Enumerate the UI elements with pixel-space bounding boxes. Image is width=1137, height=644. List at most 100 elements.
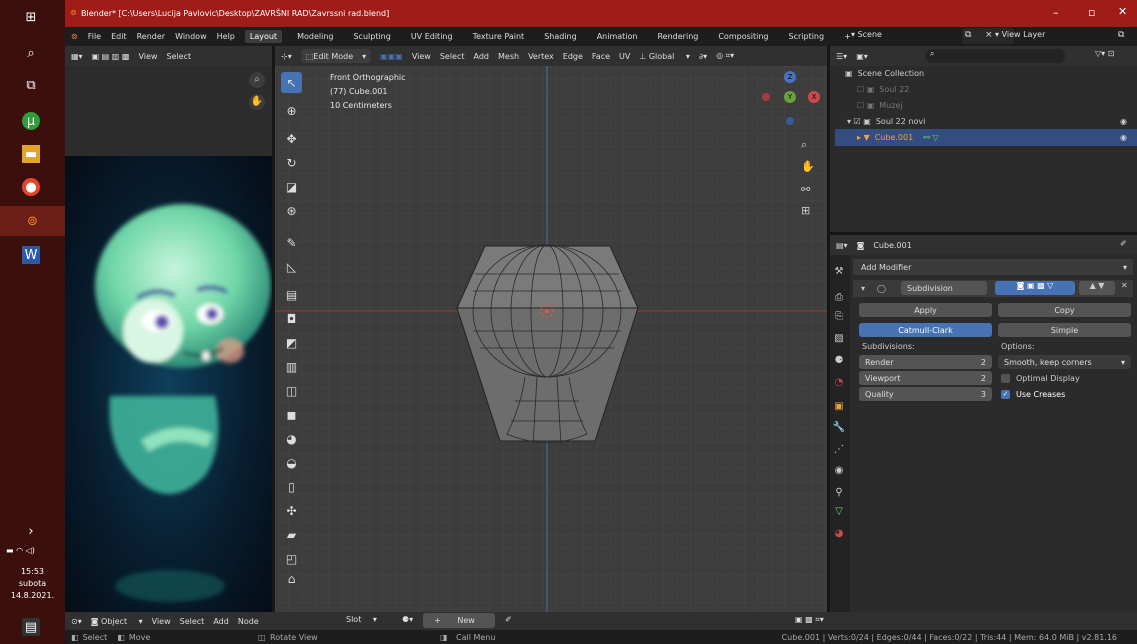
mode-selector[interactable]: ⬚ Edit Mode ▾	[300, 49, 372, 63]
modifier-display-toggles[interactable]: ◙ ▣ ▩ ▽	[995, 281, 1075, 295]
tab-shading[interactable]: Shading	[539, 30, 582, 43]
rotate-tool-icon[interactable]: ↻	[281, 152, 302, 173]
zoom-icon[interactable]: ⌕	[249, 72, 265, 88]
uv-smooth-dropdown[interactable]: Smooth, keep corners ▾	[998, 355, 1131, 369]
edge-slide-tool-icon[interactable]: ▯	[281, 476, 302, 497]
filter-icon[interactable]: ▽▾ ⊡	[1095, 49, 1114, 58]
new-material-button[interactable]: + New	[423, 613, 495, 628]
viewport-levels-field[interactable]: Viewport 2	[859, 371, 992, 385]
utorrent-icon[interactable]: µ	[22, 112, 40, 130]
tab-layout[interactable]: Layout	[244, 30, 283, 43]
checkbox-icon[interactable]: ☐ ▣	[857, 85, 874, 94]
menu-uv[interactable]: UV	[619, 52, 630, 61]
3d-viewport[interactable]: ⊹▾ ⬚ Edit Mode ▾ ▣▣▣ View Select Add Mes…	[275, 46, 827, 612]
editor-type-icon[interactable]: ▤▾	[836, 241, 848, 250]
cursor-tool-icon[interactable]: ⊕	[281, 100, 302, 121]
tool-tab-icon[interactable]: ⚒	[831, 263, 847, 279]
menu-window[interactable]: Window	[175, 32, 207, 41]
pan-hand-icon[interactable]: ✋	[249, 94, 265, 110]
output-tab-icon[interactable]: ⎘	[831, 308, 847, 324]
windows-start-icon[interactable]: ⊞	[22, 8, 40, 26]
close-icon[interactable]: ✕	[1118, 5, 1127, 18]
file-explorer-icon[interactable]: ▬	[22, 145, 40, 163]
task-view-icon[interactable]: ⧉	[22, 76, 40, 94]
menu-edit[interactable]: Edit	[111, 32, 127, 41]
menu-file[interactable]: File	[88, 32, 101, 41]
data-tab-icon[interactable]: ▽	[831, 503, 847, 519]
gizmo-z-axis[interactable]: Z	[784, 71, 796, 83]
apply-button[interactable]: Apply	[859, 303, 992, 317]
chrome-icon[interactable]: ●	[22, 178, 40, 196]
measure-tool-icon[interactable]: ◺	[281, 256, 302, 277]
menu-face[interactable]: Face	[592, 52, 610, 61]
blender-menu-icon[interactable]: ⊚	[71, 32, 78, 41]
tab-sculpting[interactable]: Sculpting	[348, 30, 395, 43]
catmull-clark-button[interactable]: Catmull-Clark	[859, 323, 992, 337]
modifier-tab-icon[interactable]: 🔧	[831, 419, 847, 435]
rip-tool-icon[interactable]: ◰	[281, 548, 302, 569]
render-levels-field[interactable]: Render 2	[859, 355, 992, 369]
object-tab-icon[interactable]: ▣	[831, 398, 847, 414]
camera-icon[interactable]: ⚯	[801, 183, 810, 196]
display-mode-icon[interactable]: ▣▾	[856, 52, 868, 61]
world-tab-icon[interactable]: ◔	[831, 374, 847, 390]
scene-close-icon[interactable]: ×	[985, 30, 993, 40]
checkbox-icon[interactable]: ☐ ▣	[857, 101, 874, 110]
image-tools-icons[interactable]: ▣ ▤ ▥ ▩	[92, 52, 130, 61]
zoom-icon[interactable]: ⌕	[801, 138, 807, 152]
menu-render[interactable]: Render	[137, 32, 165, 41]
modifier-panel-header[interactable]: ▾ ◯ Subdivision ◙ ▣ ▩ ▽ ▲ ▼ ✕	[853, 280, 1133, 297]
gizmo-neg-z[interactable]	[786, 117, 794, 125]
material-tab-icon[interactable]: ◕	[831, 525, 847, 541]
editor-type-icon[interactable]: ⊹▾	[281, 52, 292, 61]
material-browse-icon[interactable]: ⚈▾	[402, 615, 413, 624]
taskbar-clock[interactable]: 15:53 subota 14.8.2021.	[0, 566, 65, 602]
view-layer-selector[interactable]: ▾ View Layer	[995, 30, 1055, 39]
tab-compositing[interactable]: Compositing	[713, 30, 773, 43]
shrink-tool-icon[interactable]: ✣	[281, 500, 302, 521]
menu-view[interactable]: View	[412, 52, 431, 61]
menu-select[interactable]: Select	[180, 617, 205, 626]
scale-tool-icon[interactable]: ◪	[281, 176, 302, 197]
select-tool-icon[interactable]: ↖	[281, 72, 302, 93]
chevron-right-icon[interactable]: ›	[22, 522, 40, 540]
render-tab-icon[interactable]: ⎙	[831, 289, 847, 305]
constraints-tab-icon[interactable]: ⚲	[831, 484, 847, 500]
overlay-icons[interactable]: ◎ ⌗▾	[716, 51, 734, 61]
move-up-down-icons[interactable]: ▲ ▼	[1079, 281, 1115, 295]
smooth-tool-icon[interactable]: ◒	[281, 452, 302, 473]
backdrop-icons[interactable]: ▣ ▩ ⌗▾	[795, 615, 824, 625]
tab-animation[interactable]: Animation	[592, 30, 643, 43]
quality-field[interactable]: Quality 3	[859, 387, 992, 401]
optimal-display-checkbox[interactable]: Optimal Display	[1001, 374, 1080, 383]
spin-tool-icon[interactable]: ◕	[281, 428, 302, 449]
orientation-selector[interactable]: ⊥ Global ▾	[639, 52, 690, 61]
knife-tool-icon[interactable]: ◫	[281, 380, 302, 401]
maximize-icon[interactable]: ▫	[1088, 6, 1095, 19]
tab-modeling[interactable]: Modeling	[292, 30, 338, 43]
use-creases-checkbox[interactable]: ✓ Use Creases	[1001, 390, 1065, 399]
modifier-name-field[interactable]: Subdivision	[901, 281, 987, 295]
editor-type-icon[interactable]: ☰▾	[836, 52, 847, 61]
gizmo-neg-x[interactable]	[762, 93, 770, 101]
menu-view[interactable]: View	[152, 617, 171, 626]
scene-copy-icon[interactable]: ⧉	[965, 30, 971, 40]
tab-uv-editing[interactable]: UV Editing	[406, 30, 458, 43]
editor-type-icon[interactable]: ⊙▾	[71, 617, 82, 626]
view-menu[interactable]: View	[138, 52, 157, 61]
outliner-item-cube[interactable]: ▸ ▼ Cube.001 ⚯ ▽ ◉	[835, 129, 1137, 146]
copy-button[interactable]: Copy	[998, 303, 1131, 317]
menu-add[interactable]: Add	[474, 52, 490, 61]
eye-icon[interactable]: ◉	[1120, 133, 1127, 142]
menu-vertex[interactable]: Vertex	[528, 52, 554, 61]
outliner-item-muzej[interactable]: ☐ ▣ Muzej	[835, 97, 1137, 114]
object-mode-selector[interactable]: ◙ Object ▾	[91, 617, 143, 626]
menu-mesh[interactable]: Mesh	[498, 52, 519, 61]
image-canvas[interactable]: ⌕ ✋	[65, 66, 272, 612]
physics-tab-icon[interactable]: ◉	[831, 462, 847, 478]
scene-selector[interactable]: ▾ Scene	[851, 30, 892, 39]
grid-view-icon[interactable]: ⊞	[801, 204, 810, 217]
move-tool-icon[interactable]: ✥	[281, 128, 302, 149]
loop-cut-tool-icon[interactable]: ▥	[281, 356, 302, 377]
pivot-icon[interactable]: ∂▾	[699, 52, 707, 61]
